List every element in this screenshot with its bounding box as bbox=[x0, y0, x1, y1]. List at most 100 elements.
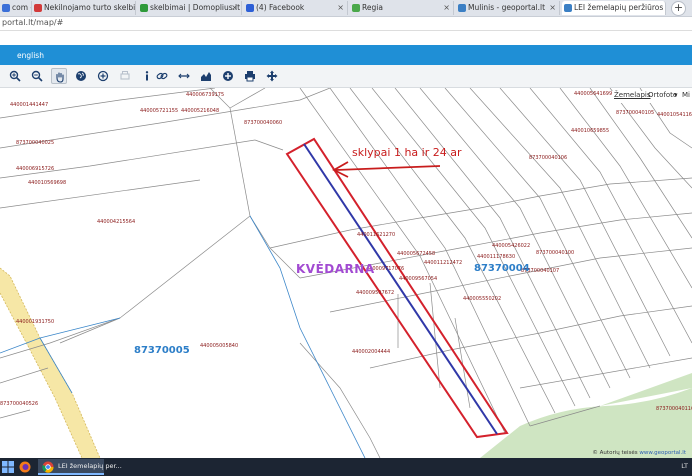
browser-tab[interactable]: (4) Facebook × bbox=[244, 1, 348, 15]
add-location-icon bbox=[97, 70, 109, 82]
pan-hand-icon bbox=[56, 72, 64, 83]
tab-favicon-icon bbox=[246, 4, 254, 12]
parcel-label: 440010659855 bbox=[571, 128, 610, 134]
parcel-label: 873700040526 bbox=[0, 401, 39, 407]
parcel-label: 440001441447 bbox=[10, 102, 49, 108]
parcel-label: 873700040100 bbox=[536, 250, 575, 256]
area-id-label: 87370005 bbox=[134, 345, 190, 356]
add-location-button[interactable] bbox=[95, 68, 111, 84]
tab-title: (4) Facebook bbox=[256, 3, 305, 12]
attribution-link[interactable]: www.geoportal.lt bbox=[639, 450, 686, 456]
chart-icon bbox=[201, 72, 211, 81]
parcel-label: 440005005840 bbox=[200, 343, 239, 349]
highlighted-parcel-divider bbox=[303, 143, 498, 435]
chart-button[interactable] bbox=[198, 68, 214, 84]
map-attribution: © Autorių teisės www.geoportal.lt bbox=[592, 450, 686, 456]
move-button[interactable] bbox=[264, 68, 280, 84]
close-tab-icon[interactable]: × bbox=[337, 1, 344, 15]
move-icon bbox=[266, 70, 278, 82]
map-canvas[interactable]: 440001441447 440006739175 440005721155 4… bbox=[0, 88, 692, 458]
start-button[interactable] bbox=[2, 459, 16, 475]
print-icon bbox=[245, 71, 255, 82]
road-strip bbox=[0, 292, 83, 458]
parcel-label: 440005672458 bbox=[397, 251, 436, 257]
browser-tab-active[interactable]: LEI žemelapių peržiūros progra bbox=[562, 1, 666, 15]
windows-icon bbox=[2, 461, 14, 473]
browser-tab[interactable]: skelbimai | Domoplius.lt × bbox=[138, 1, 242, 15]
parcel-label: 440005426022 bbox=[492, 243, 531, 249]
firefox-icon bbox=[19, 461, 31, 473]
basemap-ortofoto[interactable]: Ortofoto bbox=[648, 91, 677, 99]
app-header: english bbox=[0, 45, 692, 65]
chrome-taskbar-button[interactable]: LEI žemelapių per... bbox=[38, 459, 122, 475]
place-name-label: KVĖDARNA bbox=[296, 262, 375, 276]
zoom-out-button[interactable] bbox=[29, 68, 45, 84]
parcel-label: 440010569698 bbox=[28, 180, 67, 186]
parcel-label: 440002004444 bbox=[352, 349, 391, 355]
tab-title: LEI žemelapių peržiūros progra bbox=[574, 3, 665, 12]
parcel-label: 440005721155 bbox=[140, 108, 179, 114]
language-link[interactable]: english bbox=[17, 51, 44, 60]
attribution-text: © Autorių teisės bbox=[592, 450, 638, 456]
parcel-label: 440009507672 bbox=[356, 290, 395, 296]
parcel-label: 440001931750 bbox=[16, 319, 55, 325]
link-icon bbox=[156, 72, 168, 80]
measure-distance-icon bbox=[178, 73, 190, 79]
add-button[interactable] bbox=[220, 68, 236, 84]
highlighted-parcel bbox=[285, 137, 509, 439]
browser-tab[interactable]: Regia × bbox=[350, 1, 454, 15]
parcel-label: 440011178630 bbox=[477, 254, 516, 260]
browser-tab[interactable]: Mulinis - geoportal.lt × bbox=[456, 1, 560, 15]
tab-title: skelbimai | Domoplius.lt bbox=[150, 3, 241, 12]
tab-favicon-icon bbox=[352, 4, 360, 12]
basemap-more[interactable]: Mi bbox=[682, 91, 690, 99]
tab-favicon-icon bbox=[564, 4, 572, 12]
link-button[interactable] bbox=[154, 68, 170, 84]
zoom-in-button[interactable] bbox=[7, 68, 23, 84]
browser-tab[interactable]: com - C bbox=[0, 1, 32, 15]
parcel-label: 440011212472 bbox=[424, 260, 463, 266]
tab-title: Regia bbox=[362, 3, 383, 12]
firefox-taskbar-button[interactable] bbox=[19, 459, 33, 475]
print-preview-button[interactable] bbox=[117, 68, 133, 84]
measure-distance-button[interactable] bbox=[176, 68, 192, 84]
parcel-label: 873700040106 bbox=[529, 155, 568, 161]
add-icon bbox=[223, 71, 233, 81]
parcel-label: 440009567054 bbox=[399, 276, 438, 282]
parcel-label: 873700040025 bbox=[16, 140, 55, 146]
chevron-down-icon[interactable]: ▾ bbox=[674, 91, 678, 99]
os-taskbar: LEI žemelapių per... LT bbox=[0, 458, 692, 476]
taskbar-window-title: LEI žemelapių per... bbox=[58, 462, 122, 470]
parcel-label: 440004215564 bbox=[97, 219, 136, 225]
pan-button[interactable] bbox=[51, 68, 67, 84]
annotation-arrow bbox=[332, 161, 441, 178]
parcel-label: 440010541165 bbox=[657, 112, 692, 118]
tab-favicon-icon bbox=[140, 4, 148, 12]
zoom-out-icon bbox=[31, 70, 43, 82]
new-tab-button[interactable]: + bbox=[671, 1, 686, 16]
tab-title: Nekilnojamo turto skelbimai - Ar bbox=[44, 3, 136, 12]
address-bar[interactable]: portal.lt/map/# bbox=[0, 17, 692, 31]
basemap-zemelapis[interactable]: Žemelapis bbox=[614, 91, 651, 99]
info-button[interactable] bbox=[139, 68, 155, 84]
print-button[interactable] bbox=[242, 68, 258, 84]
parcel-label: 440011621270 bbox=[357, 232, 396, 238]
close-tab-icon[interactable]: × bbox=[231, 1, 238, 15]
tab-title: com - C bbox=[12, 3, 31, 12]
browser-tab[interactable]: Nekilnojamo turto skelbimai - Ar bbox=[32, 1, 136, 15]
globe-button[interactable] bbox=[73, 68, 89, 84]
close-tab-icon[interactable]: × bbox=[443, 1, 450, 15]
info-icon bbox=[145, 71, 149, 81]
basemap-switcher: Žemelapis Ortofoto ▾ Mi bbox=[612, 91, 692, 103]
parcel-label: 440005216048 bbox=[181, 108, 220, 114]
system-tray-language[interactable]: LT bbox=[681, 462, 688, 470]
close-tab-icon[interactable]: × bbox=[549, 1, 556, 15]
tab-favicon-icon bbox=[2, 4, 10, 12]
area-boundary-lines bbox=[0, 215, 366, 458]
parcel-label: 873700040116 bbox=[656, 406, 692, 412]
forest-area bbox=[480, 388, 692, 458]
parcel-label: 440005641699 bbox=[574, 91, 613, 97]
globe-icon bbox=[76, 71, 86, 81]
parcel-label: 440006739175 bbox=[186, 92, 225, 98]
parcel-label: 440006915726 bbox=[16, 166, 55, 172]
